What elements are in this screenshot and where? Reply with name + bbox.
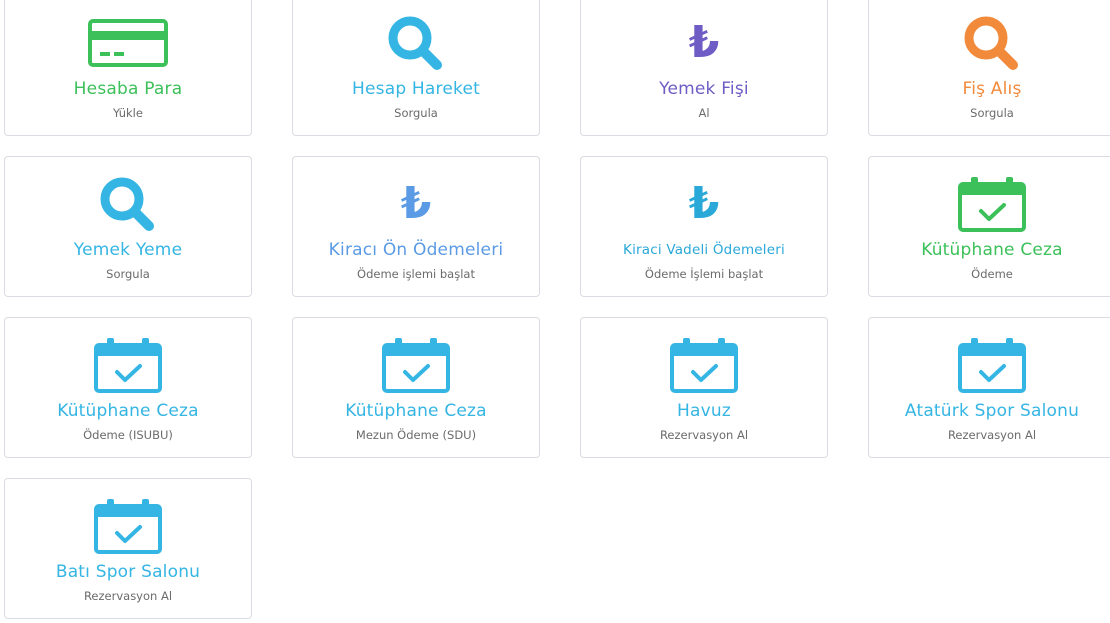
card-title: Atatürk Spor Salonu [904, 401, 1080, 421]
search-icon [376, 14, 456, 72]
card-kutuphane-ceza-isubu[interactable]: Kütüphane Ceza Ödeme (ISUBU) [4, 317, 252, 458]
lira-icon: ₺ [688, 178, 720, 229]
search-icon [952, 14, 1032, 72]
card-hesaba-para[interactable]: Hesaba Para Yükle [4, 0, 252, 136]
calendar-check-icon [88, 497, 168, 555]
card-title: Kütüphane Ceza [921, 240, 1063, 260]
card-kutuphane-ceza-sdu[interactable]: Kütüphane Ceza Mezun Ödeme (SDU) [292, 317, 540, 458]
card-kiraci-on-odemeleri[interactable]: ₺ Kiracı Ön Ödemeleri Ödeme işlemi başla… [292, 156, 540, 297]
card-title: Havuz [677, 401, 731, 421]
card-yemek-yeme[interactable]: Yemek Yeme Sorgula [4, 156, 252, 297]
card-subtitle: Al [698, 106, 710, 120]
card-title: Kiracı Ön Ödemeleri [328, 240, 504, 260]
credit-card-icon [88, 14, 168, 72]
card-subtitle: Sorgula [394, 106, 438, 120]
card-ataturk-spor-salonu[interactable]: Atatürk Spor Salonu Rezervasyon Al [868, 317, 1110, 458]
card-subtitle: Ödeme [971, 267, 1013, 281]
card-subtitle: Sorgula [970, 106, 1014, 120]
card-subtitle: Sorgula [106, 267, 150, 281]
card-title: Kütüphane Ceza [345, 401, 487, 421]
card-title: Hesaba Para [73, 79, 183, 99]
search-icon [88, 175, 168, 233]
calendar-check-icon [664, 336, 744, 394]
card-subtitle: Mezun Ödeme (SDU) [355, 428, 477, 442]
card-subtitle: Rezervasyon Al [659, 428, 749, 442]
card-subtitle: Rezervasyon Al [947, 428, 1037, 442]
card-hesap-hareket[interactable]: Hesap Hareket Sorgula [292, 0, 540, 136]
card-havuz[interactable]: Havuz Rezervasyon Al [580, 317, 828, 458]
card-yemek-fisi[interactable]: ₺ Yemek Fişi Al [580, 0, 828, 136]
card-title: Batı Spor Salonu [55, 562, 201, 582]
card-kutuphane-ceza[interactable]: Kütüphane Ceza Ödeme [868, 156, 1110, 297]
card-fis-alis[interactable]: Fiş Alış Sorgula [868, 0, 1110, 136]
card-subtitle: Ödeme (ISUBU) [83, 428, 173, 442]
card-kiraci-vadeli-odemeleri[interactable]: ₺ Kiraci Vadeli Ödemeleri Ödeme İşlemi b… [580, 156, 828, 297]
card-title: Hesap Hareket [352, 79, 480, 99]
calendar-check-icon [88, 336, 168, 394]
calendar-check-icon [952, 336, 1032, 394]
card-subtitle: Yükle [113, 106, 143, 120]
card-subtitle: Rezervasyon Al [83, 589, 173, 603]
card-title: Yemek Yeme [73, 240, 183, 260]
card-title: Kütüphane Ceza [57, 401, 199, 421]
card-title: Yemek Fişi [659, 79, 749, 99]
card-bati-spor-salonu[interactable]: Batı Spor Salonu Rezervasyon Al [4, 478, 252, 619]
card-subtitle: Ödeme İşlemi başlat [644, 267, 764, 281]
lira-icon: ₺ [688, 17, 720, 68]
card-title: Fiş Alış [962, 79, 1022, 99]
card-title: Kiraci Vadeli Ödemeleri [623, 242, 785, 258]
service-grid: Hesaba Para Yükle Hesap Hareket Sorgula … [4, 0, 1110, 619]
lira-icon: ₺ [400, 178, 432, 229]
card-subtitle: Ödeme işlemi başlat [357, 267, 475, 281]
calendar-check-icon [376, 336, 456, 394]
calendar-check-icon [952, 175, 1032, 233]
